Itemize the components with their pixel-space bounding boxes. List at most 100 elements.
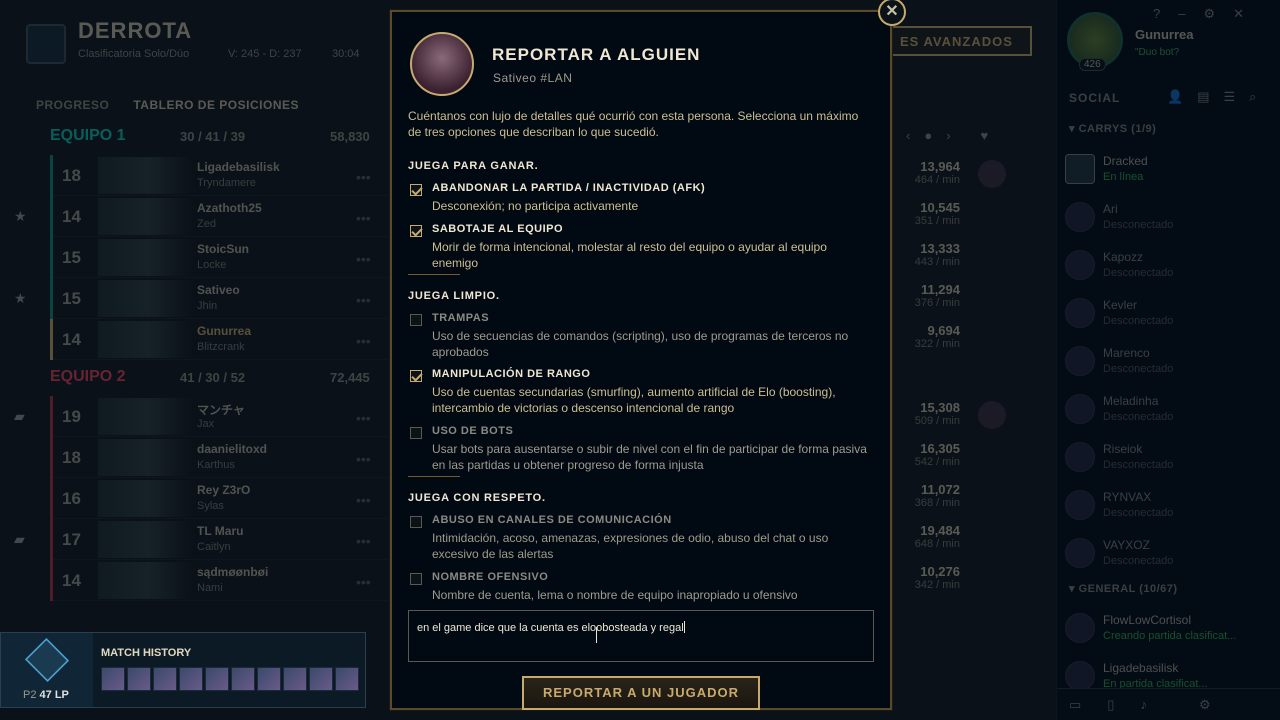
team-color-bar bbox=[50, 155, 53, 196]
folder-icon[interactable]: ▤ bbox=[1197, 89, 1209, 105]
mic-icon[interactable]: ♪ bbox=[1140, 697, 1147, 712]
more-options-icon[interactable]: ••• bbox=[356, 451, 371, 467]
more-options-icon[interactable]: ••• bbox=[356, 251, 371, 267]
chevron-left-icon[interactable]: ‹ bbox=[906, 128, 910, 143]
report-section-title: JUEGA LIMPIO. bbox=[408, 290, 500, 302]
player-row[interactable]: 14 sądmøønbøi Nami ••• bbox=[50, 560, 390, 601]
more-options-icon[interactable]: ••• bbox=[356, 333, 371, 349]
more-options-icon[interactable]: ••• bbox=[356, 169, 371, 185]
more-options-icon[interactable]: ••• bbox=[356, 410, 371, 426]
more-options-icon[interactable]: ••• bbox=[356, 574, 371, 590]
reported-player-avatar bbox=[410, 32, 474, 96]
player-level: 17 bbox=[62, 530, 81, 549]
champion-icon[interactable] bbox=[335, 667, 359, 691]
tab-scoreboard[interactable]: TABLERO DE POSICIONES bbox=[133, 98, 299, 112]
friend-avatar bbox=[1065, 346, 1095, 376]
add-friend-icon[interactable]: 👤 bbox=[1167, 89, 1183, 105]
checkbox-checked-icon[interactable] bbox=[410, 225, 422, 237]
group-general[interactable]: ▾ GENERAL (10/67) bbox=[1069, 582, 1178, 595]
dialog-title: REPORTAR A ALGUIEN bbox=[492, 45, 701, 64]
text-caret bbox=[683, 621, 685, 633]
player-stat: 13,333 443 / min bbox=[900, 241, 960, 268]
social-actions: 👤 ▤ ☰ ⌕ bbox=[1167, 89, 1256, 105]
more-options-icon[interactable]: ••• bbox=[356, 292, 371, 308]
team-color-bar bbox=[50, 478, 53, 519]
more-options-icon[interactable]: ••• bbox=[356, 210, 371, 226]
search-icon[interactable]: ⌕ bbox=[1249, 89, 1256, 105]
stat-value: 16,305 bbox=[920, 441, 960, 456]
player-row[interactable]: 15 Sativeo Jhin ••• bbox=[50, 278, 390, 319]
stat-value: 13,333 bbox=[920, 241, 960, 256]
friend-item[interactable]: Riseiok Desconectado bbox=[1065, 438, 1275, 482]
report-submit-button[interactable]: REPORTAR A UN JUGADOR bbox=[522, 676, 760, 710]
stat-per-min: 542 / min bbox=[914, 456, 960, 468]
player-level: 15 bbox=[62, 289, 81, 308]
stat-value: 19,484 bbox=[920, 523, 960, 538]
friend-item[interactable]: VAYXOZ Desconectado bbox=[1065, 534, 1275, 578]
help-icon[interactable]: ? bbox=[1153, 6, 1160, 22]
player-row[interactable]: 14 Gunurrea Blitzcrank ••• bbox=[50, 319, 390, 360]
friend-name: RYNVAX bbox=[1103, 490, 1152, 504]
player-row[interactable]: 18 Ligadebasilisk Tryndamere ••• bbox=[50, 155, 390, 196]
champion-icon[interactable] bbox=[231, 667, 255, 691]
player-stat: 13,964 464 / min bbox=[900, 159, 960, 186]
chevron-right-icon[interactable]: › bbox=[946, 128, 950, 143]
champion-icon[interactable] bbox=[257, 667, 281, 691]
missions-icon[interactable]: ▯ bbox=[1107, 697, 1114, 713]
friend-item[interactable]: RYNVAX Desconectado bbox=[1065, 486, 1275, 530]
champion-icon[interactable] bbox=[127, 667, 151, 691]
checkbox-icon[interactable] bbox=[410, 314, 422, 326]
profile-status[interactable]: "Duo bot? bbox=[1135, 47, 1179, 58]
player-level: 14 bbox=[62, 571, 81, 590]
checkbox-icon[interactable] bbox=[410, 573, 422, 585]
close-icon[interactable]: ✕ bbox=[1233, 6, 1244, 22]
stat-value: 15,308 bbox=[920, 400, 960, 415]
friend-item[interactable]: Kevler Desconectado bbox=[1065, 294, 1275, 338]
champion-icon[interactable] bbox=[179, 667, 203, 691]
champion-icon[interactable] bbox=[309, 667, 333, 691]
team-color-bar bbox=[50, 396, 53, 437]
champion-icon[interactable] bbox=[101, 667, 125, 691]
stat-per-min: 509 / min bbox=[914, 415, 960, 427]
more-options-icon[interactable]: ••• bbox=[356, 492, 371, 508]
more-options-icon[interactable]: ••• bbox=[356, 533, 371, 549]
friend-item[interactable]: Dracked En línea bbox=[1065, 150, 1275, 194]
friend-item[interactable]: Meladinha Desconectado bbox=[1065, 390, 1275, 434]
rank-lp: P2 47 LP bbox=[23, 689, 69, 701]
player-name: Gunurrea bbox=[197, 324, 252, 338]
gear-icon[interactable]: ⚙ bbox=[1203, 6, 1215, 22]
player-row[interactable]: 15 StoicSun Locke ••• bbox=[50, 237, 390, 278]
champion-icon[interactable] bbox=[283, 667, 307, 691]
friend-item[interactable]: Kapozz Desconectado bbox=[1065, 246, 1275, 290]
player-row[interactable]: 17 TL Maru Caitlyn ••• bbox=[50, 519, 390, 560]
settings-icon[interactable]: ⚙ bbox=[1199, 697, 1211, 713]
minimize-icon[interactable]: – bbox=[1178, 6, 1185, 22]
champion-icon[interactable] bbox=[153, 667, 177, 691]
stat-value: 10,276 bbox=[920, 564, 960, 579]
checkbox-checked-icon[interactable] bbox=[410, 370, 422, 382]
friend-item[interactable]: Marenco Desconectado bbox=[1065, 342, 1275, 386]
match-history-widget[interactable]: P2 47 LP MATCH HISTORY bbox=[0, 632, 366, 708]
list-icon[interactable]: ☰ bbox=[1223, 89, 1235, 105]
gold-icon: ● bbox=[924, 128, 933, 143]
checkbox-icon[interactable] bbox=[410, 516, 422, 528]
checkbox-checked-icon[interactable] bbox=[410, 184, 422, 196]
player-row[interactable]: 16 Rey Z3rO Sylas ••• bbox=[50, 478, 390, 519]
player-row[interactable]: 14 Azathoth25 Zed ••• bbox=[50, 196, 390, 237]
player-row[interactable]: 19 マンチャ Jax ••• bbox=[50, 396, 390, 437]
champion-icon[interactable] bbox=[205, 667, 229, 691]
player-name: TL Maru bbox=[197, 524, 244, 538]
report-section-title: JUEGA CON RESPETO. bbox=[408, 492, 546, 504]
tab-progress[interactable]: PROGRESO bbox=[36, 98, 109, 112]
chat-icon[interactable]: ▭ bbox=[1069, 697, 1081, 713]
report-comment-field[interactable]: en el game dice que la cuenta es eloobos… bbox=[408, 610, 874, 662]
player-row[interactable]: 18 daanielitoxd Karthus ••• bbox=[50, 437, 390, 478]
friend-item[interactable]: Ari Desconectado bbox=[1065, 198, 1275, 242]
player-stat: 16,305 542 / min bbox=[900, 441, 960, 468]
advanced-stats-button[interactable]: ES AVANZADOS bbox=[870, 26, 1032, 56]
friend-avatar bbox=[1065, 202, 1095, 232]
group-carrys[interactable]: ▾ CARRYS (1/9) bbox=[1069, 122, 1156, 135]
checkbox-icon[interactable] bbox=[410, 427, 422, 439]
friend-item[interactable]: FlowLowCortisol Creando partida clasifica… bbox=[1065, 609, 1275, 653]
option-description: Morir de forma intencional, molestar al … bbox=[432, 240, 827, 270]
